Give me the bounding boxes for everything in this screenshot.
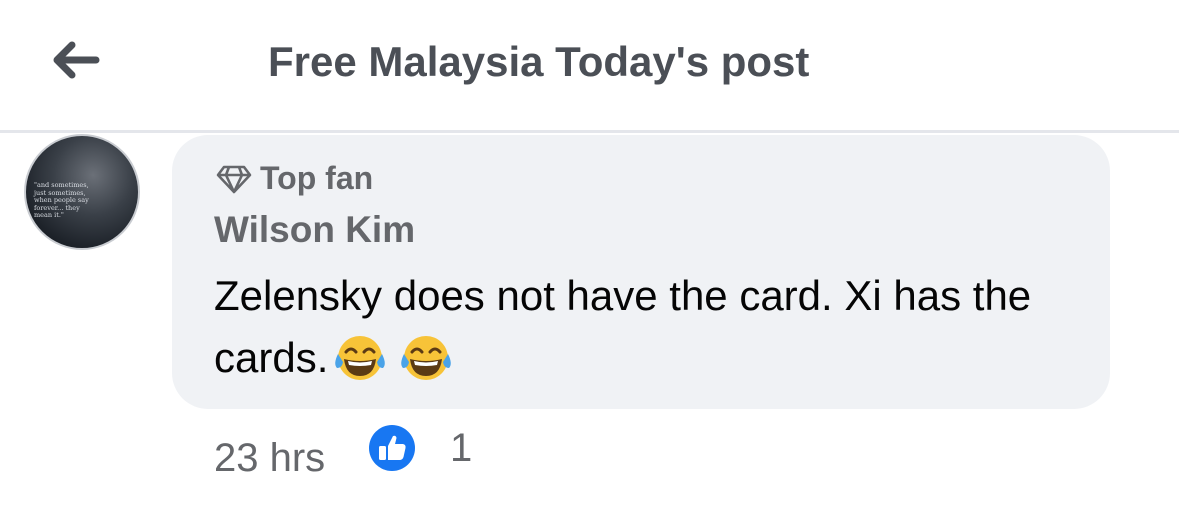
page-title: Free Malaysia Today's post bbox=[268, 38, 810, 85]
badge-label: Top fan bbox=[260, 160, 374, 196]
avatar[interactable]: "and sometimes, just sometimes, when peo… bbox=[24, 134, 140, 250]
face-with-tears-of-joy-icon bbox=[335, 336, 386, 380]
top-bar: Free Malaysia Today's post bbox=[0, 0, 1179, 130]
like-reaction-icon[interactable] bbox=[368, 424, 416, 472]
comment-bubble[interactable]: Top fan Wilson Kim Zelensky does not hav… bbox=[172, 135, 1110, 409]
back-arrow-icon bbox=[53, 41, 100, 79]
header-divider bbox=[0, 130, 1179, 133]
avatar-quote: "and sometimes, just sometimes, when peo… bbox=[34, 181, 89, 219]
back-button[interactable] bbox=[44, 34, 104, 86]
top-fan-badge: Top fan bbox=[216, 160, 373, 197]
face-with-tears-of-joy-icon bbox=[401, 336, 452, 380]
comment-body: Zelensky does not have the card. Xi has … bbox=[214, 265, 1094, 389]
diamond-icon bbox=[216, 165, 252, 193]
comment-timestamp[interactable]: 23 hrs bbox=[214, 436, 325, 481]
comment-footer: 23 hrs 1 bbox=[214, 424, 614, 484]
like-count[interactable]: 1 bbox=[450, 426, 472, 471]
comment-author[interactable]: Wilson Kim bbox=[214, 209, 415, 251]
